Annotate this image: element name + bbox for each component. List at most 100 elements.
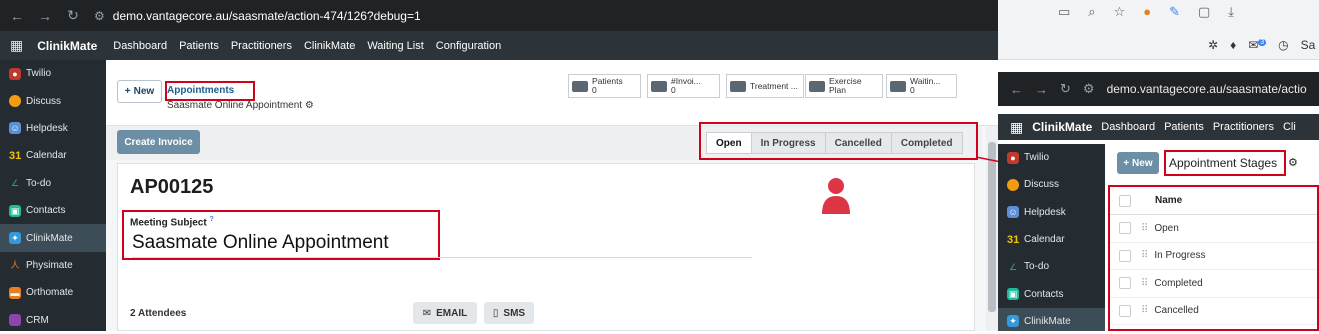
help-icon[interactable]: ?: [209, 216, 213, 223]
back-icon[interactable]: ←: [1010, 82, 1023, 97]
create-invoice-button[interactable]: Create Invoice: [117, 130, 200, 154]
stage-open[interactable]: Open: [706, 132, 752, 154]
stat-button-treatment[interactable]: Treatment ...: [726, 74, 804, 98]
sidebar-item-clinikmate[interactable]: ✦ ClinikMate: [998, 307, 1105, 331]
app-brand[interactable]: ClinikMate: [37, 39, 97, 53]
drop-icon[interactable]: ♦: [1230, 38, 1236, 52]
row-name: Completed: [1154, 277, 1203, 289]
sidebar-item-contacts[interactable]: ▣ Contacts: [998, 280, 1105, 307]
sidebar-item-clinikmate[interactable]: ✦ ClinikMate: [0, 224, 106, 252]
menu-patients[interactable]: Patients: [179, 40, 219, 52]
sidebar-item-twilio[interactable]: ● Twilio: [998, 144, 1105, 171]
apps-grid-icon[interactable]: ▦: [1010, 119, 1023, 136]
overlay-url[interactable]: demo.vantagecore.au/saasmate/actio: [1107, 82, 1307, 96]
stage-cancelled[interactable]: Cancelled: [824, 132, 892, 154]
forward-icon[interactable]: →: [1035, 82, 1048, 97]
bug-icon[interactable]: ✲: [1208, 38, 1218, 52]
select-all-checkbox[interactable]: [1119, 194, 1131, 207]
clinikmate-icon: ✦: [1007, 315, 1019, 328]
table-row[interactable]: ⠿ Completed: [1110, 270, 1317, 298]
screen-share-icon[interactable]: ▭: [1058, 4, 1070, 20]
exercise-icon: [809, 80, 825, 92]
zoom-icon[interactable]: ⌕: [1088, 4, 1095, 20]
pen-icon[interactable]: ✎: [1169, 4, 1180, 20]
new-button[interactable]: + New: [117, 80, 162, 103]
drag-handle-icon[interactable]: ⠿: [1141, 305, 1148, 316]
browser-toolbar: ← → ↻ ⚙ demo.vantagecore.au/saasmate/act…: [0, 0, 998, 31]
sidebar-item-discuss[interactable]: Discuss: [998, 171, 1105, 198]
sidebar-item-physimate[interactable]: 人 Physimate: [0, 252, 106, 279]
site-info-icon[interactable]: ⚙: [94, 9, 105, 23]
sidebar-item-helpdesk[interactable]: ☺ Helpdesk: [0, 115, 106, 142]
sidebar-item-calendar[interactable]: 31 Calendar: [0, 142, 106, 169]
menu-waiting-list[interactable]: Waiting List: [367, 40, 423, 52]
gear-icon[interactable]: ⚙: [305, 100, 314, 111]
sidebar-item-contacts[interactable]: ▣ Contacts: [0, 197, 106, 224]
stat-button-patients[interactable]: Patients 0: [568, 74, 641, 98]
drag-handle-icon[interactable]: ⠿: [1141, 223, 1148, 234]
row-checkbox[interactable]: [1119, 222, 1131, 235]
stat-count: 0: [671, 85, 676, 95]
table-row[interactable]: ⠿ Open: [1110, 215, 1317, 243]
row-name: Cancelled: [1154, 305, 1199, 317]
email-button[interactable]: ✉ EMAIL: [413, 302, 477, 324]
table-row[interactable]: ⠿ Cancelled: [1110, 298, 1317, 325]
stat-button-exercise[interactable]: Exercise Plan: [805, 74, 883, 98]
extension-icon[interactable]: ●: [1143, 4, 1151, 20]
download-icon[interactable]: ⤓: [1228, 4, 1234, 20]
sms-button[interactable]: ▯ SMS: [484, 302, 534, 324]
reload-icon[interactable]: ↻: [1060, 81, 1071, 97]
sidebar-item-calendar[interactable]: 31 Calendar: [998, 226, 1105, 253]
sidebar-item-orthomate[interactable]: ▬ Orthomate: [0, 279, 106, 306]
stage-completed[interactable]: Completed: [890, 132, 963, 154]
sidebar-item-crm[interactable]: CRM: [0, 307, 106, 334]
new-button[interactable]: + New: [1117, 152, 1159, 174]
breadcrumb[interactable]: Appointments: [167, 85, 234, 96]
star-icon[interactable]: ☆: [1114, 4, 1126, 20]
menu-clinikmate[interactable]: Cli: [1283, 121, 1296, 133]
puzzle-icon[interactable]: ▢: [1198, 4, 1210, 20]
stat-button-invoices[interactable]: #Invoi... 0: [647, 74, 720, 98]
menu-clinikmate[interactable]: ClinikMate: [304, 40, 355, 52]
column-name[interactable]: Name: [1155, 195, 1182, 206]
menu-dashboard[interactable]: Dashboard: [1101, 121, 1155, 133]
sidebar-item-todo[interactable]: ∠ To-do: [0, 170, 106, 197]
drag-handle-icon[interactable]: ⠿: [1141, 278, 1148, 289]
reload-icon[interactable]: ↻: [66, 7, 80, 24]
row-checkbox[interactable]: [1119, 277, 1131, 290]
back-icon[interactable]: ←: [10, 8, 24, 24]
avatar-icon[interactable]: [820, 176, 852, 214]
todo-icon: ∠: [1008, 261, 1018, 272]
gear-icon[interactable]: ⚙: [1288, 156, 1298, 169]
stage-in-progress[interactable]: In Progress: [750, 132, 826, 154]
site-info-icon[interactable]: ⚙: [1083, 81, 1095, 97]
table-row[interactable]: ⠿ In Progress: [1110, 243, 1317, 270]
new-button-label: New: [1132, 157, 1153, 169]
meeting-subject-field[interactable]: Saasmate Online Appointment: [132, 232, 752, 258]
sidebar-item-twilio[interactable]: ● Twilio: [0, 60, 106, 87]
menu-configuration[interactable]: Configuration: [436, 40, 501, 52]
menu-practitioners[interactable]: Practitioners: [1213, 121, 1274, 133]
new-button-label: New: [133, 86, 155, 97]
menu-patients[interactable]: Patients: [1164, 121, 1204, 133]
apps-grid-icon[interactable]: ▦: [10, 37, 23, 54]
address-bar[interactable]: ⚙ demo.vantagecore.au/saasmate/action-47…: [94, 9, 421, 23]
treatment-icon: [730, 80, 746, 92]
sidebar-item-todo[interactable]: ∠ To-do: [998, 253, 1105, 280]
user-initial[interactable]: Sa: [1301, 38, 1316, 52]
row-checkbox[interactable]: [1119, 304, 1131, 317]
app-brand[interactable]: ClinikMate: [1032, 120, 1092, 134]
chat-icon[interactable]: ✉ 3: [1248, 38, 1267, 52]
crm-icon: [9, 314, 21, 327]
sidebar-item-discuss[interactable]: Discuss: [0, 87, 106, 114]
drag-handle-icon[interactable]: ⠿: [1141, 250, 1148, 261]
menu-practitioners[interactable]: Practitioners: [231, 40, 292, 52]
sidebar-item-helpdesk[interactable]: ☺ Helpdesk: [998, 199, 1105, 226]
forward-icon[interactable]: →: [38, 8, 52, 24]
orthomate-icon: ▬: [9, 286, 21, 299]
stat-button-waiting[interactable]: Waitin... 0: [886, 74, 957, 98]
clock-icon[interactable]: ◷: [1278, 38, 1288, 52]
row-checkbox[interactable]: [1119, 249, 1131, 262]
menu-dashboard[interactable]: Dashboard: [113, 40, 167, 52]
sidebar-item-label: Discuss: [1024, 179, 1060, 191]
